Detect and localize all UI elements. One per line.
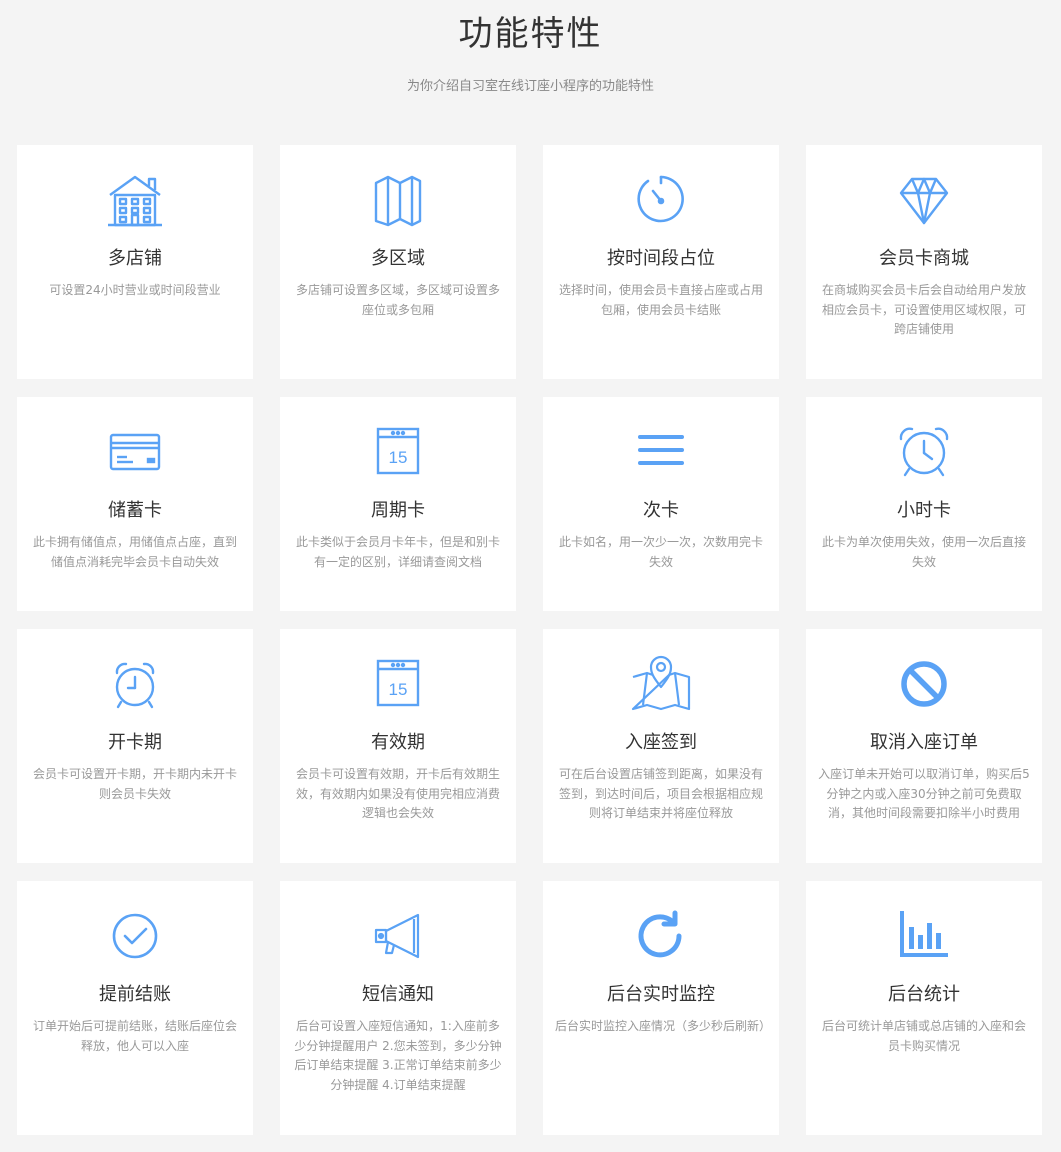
- feature-description: 后台可统计单店铺或总店铺的入座和会员卡购买情况: [821, 1019, 1026, 1053]
- feature-title: 开卡期: [108, 732, 162, 753]
- section-header: 功能特性 为你介绍自习室在线订座小程序的功能特性: [0, 0, 1061, 145]
- credit-card-icon: [103, 423, 167, 481]
- feature-description: 后台实时监控入座情况（多少秒后刷新）: [555, 1019, 772, 1033]
- feature-title: 次卡: [643, 500, 679, 521]
- feature-card: 多区域 多店铺可设置多区域，多区域可设置多座位或多包厢: [280, 145, 516, 379]
- feature-description: 订单开始后可提前结账，结账后座位会释放，他人可以入座: [32, 1019, 237, 1053]
- feature-title: 小时卡: [897, 500, 951, 521]
- feature-title: 储蓄卡: [108, 500, 162, 521]
- feature-card: 开卡期 会员卡可设置开卡期，开卡期内未开卡则会员卡失效: [17, 629, 253, 863]
- map-pin-icon: [629, 655, 693, 713]
- map-icon: [366, 171, 430, 229]
- feature-description: 后台可设置入座短信通知，1:入座前多少分钟提醒用户 2.您未签到，多少分钟后订单…: [294, 1019, 502, 1092]
- feature-title: 周期卡: [371, 500, 425, 521]
- feature-card: 后台实时监控 后台实时监控入座情况（多少秒后刷新）: [543, 881, 779, 1135]
- feature-title: 短信通知: [362, 984, 434, 1005]
- feature-card: 提前结账 订单开始后可提前结账，结账后座位会释放，他人可以入座: [17, 881, 253, 1135]
- calendar-icon: 15: [366, 423, 430, 481]
- feature-card: 储蓄卡 此卡拥有储值点，用储值点占座，直到储值点消耗完毕会员卡自动失效: [17, 397, 253, 611]
- refresh-icon: [629, 907, 693, 965]
- feature-title: 会员卡商城: [879, 248, 969, 269]
- feature-description: 此卡为单次使用失效，使用一次后直接失效: [821, 535, 1026, 569]
- feature-title: 取消入座订单: [870, 732, 978, 753]
- feature-card: 按时间段占位 选择时间，使用会员卡直接占座或占用包厢，使用会员卡结账: [543, 145, 779, 379]
- feature-card: 15 周期卡 此卡类似于会员月卡年卡，但是和别卡有一定的区别，详细请查阅文档: [280, 397, 516, 611]
- feature-description: 可设置24小时营业或时间段营业: [49, 283, 221, 297]
- feature-title: 入座签到: [625, 732, 697, 753]
- feature-description: 多店铺可设置多区域，多区域可设置多座位或多包厢: [295, 283, 500, 317]
- feature-title: 多店铺: [108, 248, 162, 269]
- bar-chart-icon: [892, 907, 956, 965]
- alarm-clock-icon: [103, 655, 167, 713]
- feature-card: 入座签到 可在后台设置店铺签到距离，如果没有签到，到达时间后，项目会根据相应规则…: [543, 629, 779, 863]
- feature-description: 此卡类似于会员月卡年卡，但是和别卡有一定的区别，详细请查阅文档: [295, 535, 500, 569]
- feature-description: 此卡拥有储值点，用储值点占座，直到储值点消耗完毕会员卡自动失效: [32, 535, 237, 569]
- feature-description: 在商城购买会员卡后会自动给用户发放相应会员卡，可设置使用区域权限，可跨店铺使用: [821, 283, 1026, 336]
- feature-title: 有效期: [371, 732, 425, 753]
- building-icon: [103, 171, 167, 229]
- feature-card: 后台统计 后台可统计单店铺或总店铺的入座和会员卡购买情况: [806, 881, 1042, 1135]
- page-title: 功能特性: [458, 14, 603, 54]
- feature-card: 次卡 此卡如名，用一次少一次，次数用完卡失效: [543, 397, 779, 611]
- feature-description: 会员卡可设置开卡期，开卡期内未开卡则会员卡失效: [32, 767, 237, 801]
- feature-card: 短信通知 后台可设置入座短信通知，1:入座前多少分钟提醒用户 2.您未签到，多少…: [280, 881, 516, 1135]
- alarm-clock-icon: [892, 423, 956, 481]
- page-subtitle: 为你介绍自习室在线订座小程序的功能特性: [406, 79, 654, 94]
- calendar-day-label: 15: [389, 448, 408, 467]
- feature-title: 后台统计: [888, 984, 960, 1005]
- prohibited-icon: [892, 655, 956, 713]
- feature-grid: 多店铺 可设置24小时营业或时间段营业 多区域 多店铺可设置多区域，多区域可设置…: [17, 145, 1061, 1135]
- timer-icon: [629, 171, 693, 229]
- feature-description: 会员卡可设置有效期，开卡后有效期生效，有效期内如果没有使用完相应消费逻辑也会失效: [295, 767, 500, 820]
- feature-description: 选择时间，使用会员卡直接占座或占用包厢，使用会员卡结账: [558, 283, 763, 317]
- diamond-icon: [892, 171, 956, 229]
- calendar-day-label: 15: [389, 680, 408, 699]
- feature-card: 15 有效期 会员卡可设置有效期，开卡后有效期生效，有效期内如果没有使用完相应消…: [280, 629, 516, 863]
- feature-card: 小时卡 此卡为单次使用失效，使用一次后直接失效: [806, 397, 1042, 611]
- feature-card: 取消入座订单 入座订单未开始可以取消订单，购买后5分钟之内或入座30分钟之前可免…: [806, 629, 1042, 863]
- megaphone-icon: [366, 907, 430, 965]
- feature-description: 此卡如名，用一次少一次，次数用完卡失效: [558, 535, 763, 569]
- feature-description: 入座订单未开始可以取消订单，购买后5分钟之内或入座30分钟之前可免费取消，其他时…: [818, 767, 1030, 820]
- feature-title: 多区域: [371, 248, 425, 269]
- feature-title: 后台实时监控: [607, 984, 715, 1005]
- feature-description: 可在后台设置店铺签到距离，如果没有签到，到达时间后，项目会根据相应规则将订单结束…: [558, 767, 763, 820]
- calendar-icon: 15: [366, 655, 430, 713]
- feature-title: 按时间段占位: [607, 248, 715, 269]
- feature-card: 会员卡商城 在商城购买会员卡后会自动给用户发放相应会员卡，可设置使用区域权限，可…: [806, 145, 1042, 379]
- check-circle-icon: [103, 907, 167, 965]
- feature-card: 多店铺 可设置24小时营业或时间段营业: [17, 145, 253, 379]
- feature-title: 提前结账: [99, 984, 171, 1005]
- menu-lines-icon: [629, 423, 693, 481]
